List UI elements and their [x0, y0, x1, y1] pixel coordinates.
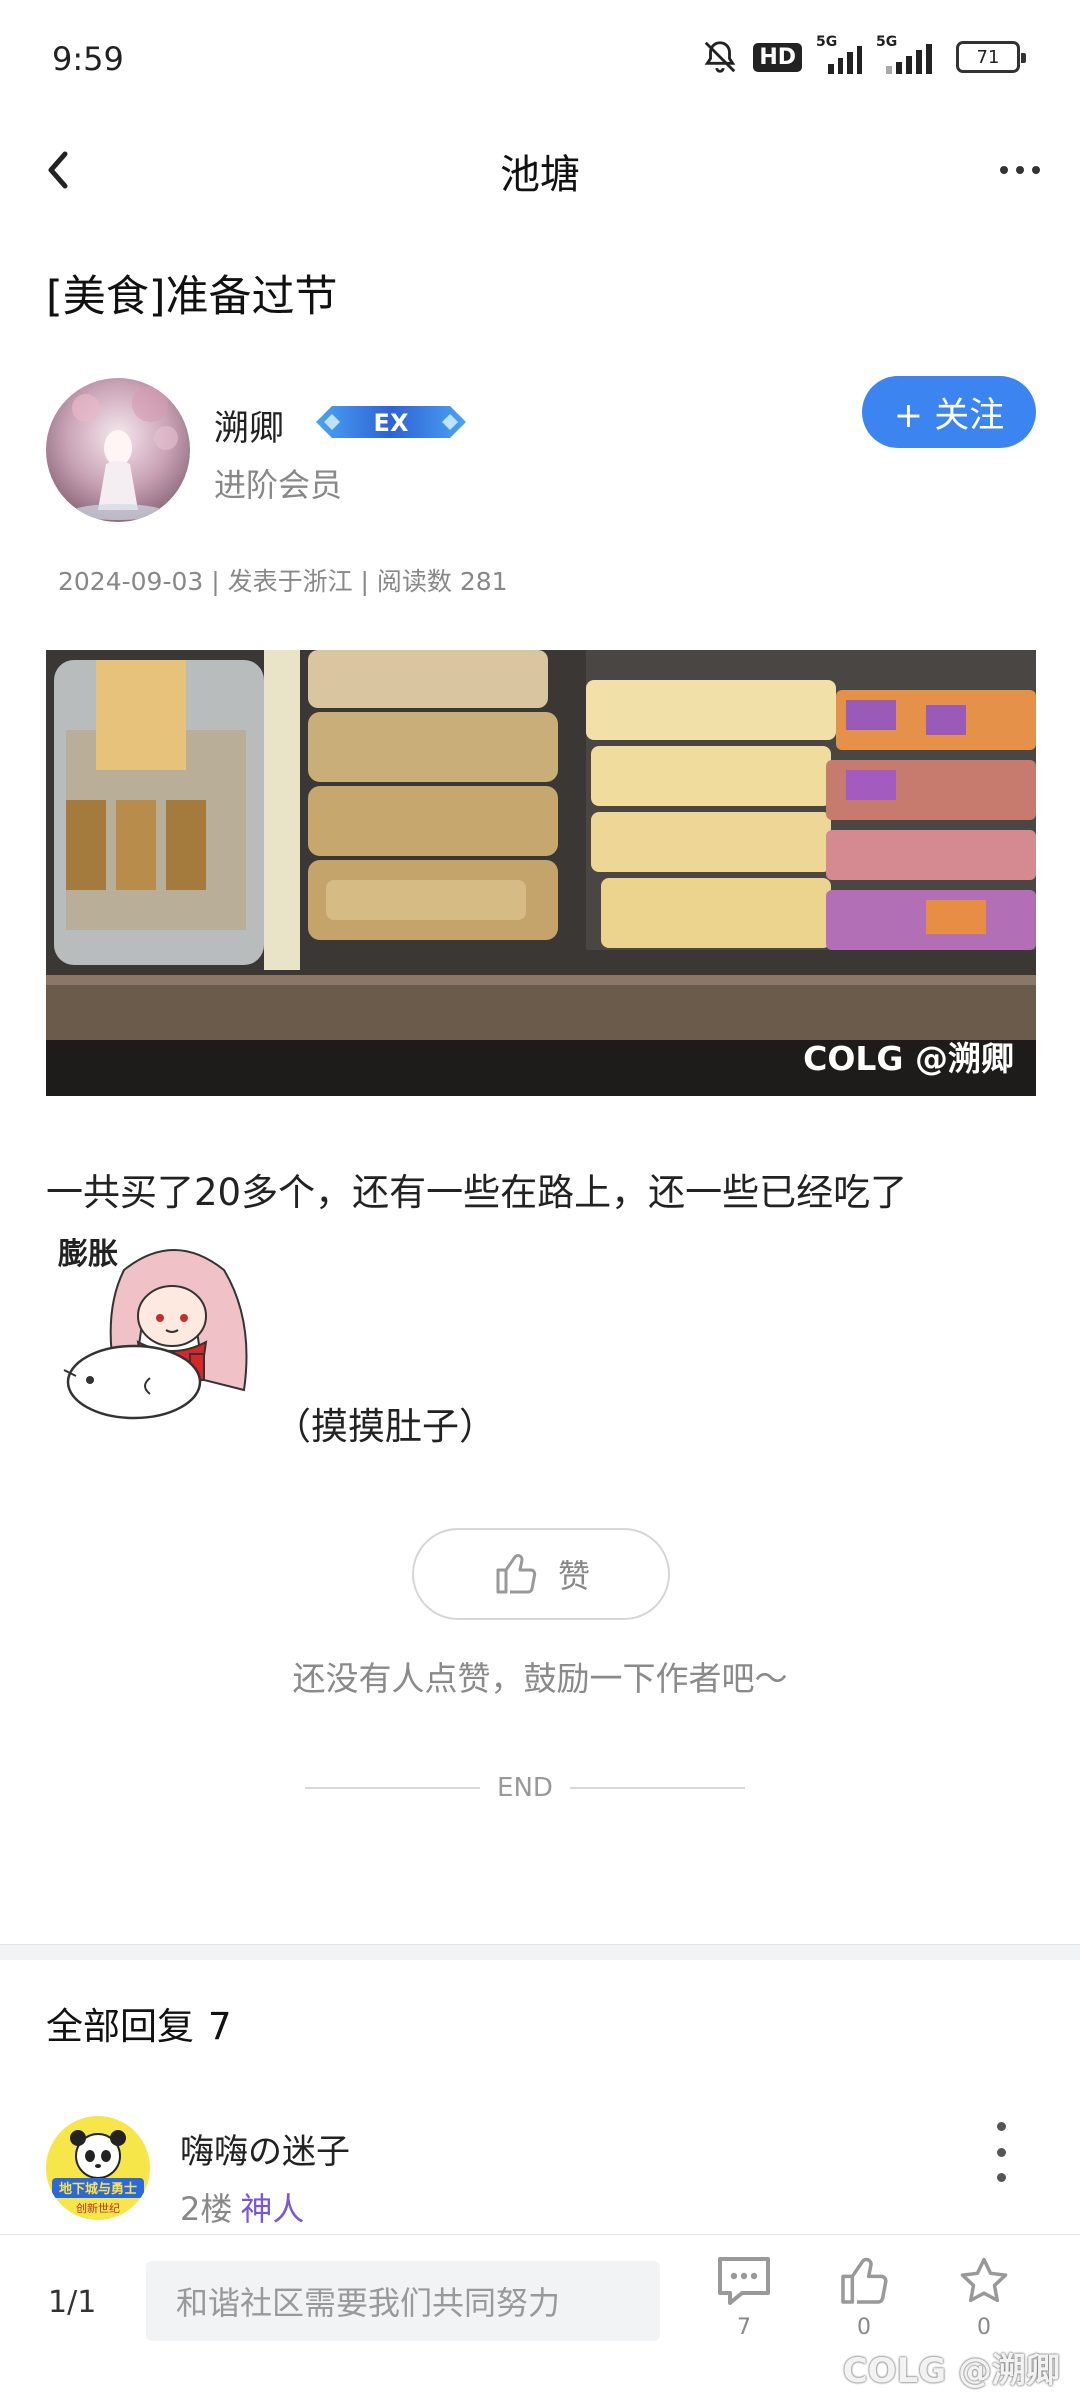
hd-voice-icon: HD: [753, 42, 802, 72]
more-button[interactable]: [990, 142, 1050, 198]
signal-icon-2: 5G: [876, 34, 942, 74]
author-avatar[interactable]: [46, 378, 190, 522]
end-label: END: [497, 1773, 553, 1803]
post-photo[interactable]: COLG @溯卿: [46, 650, 1036, 1096]
network-type-label: 5G: [816, 34, 838, 50]
page-indicator[interactable]: 1/1: [48, 2285, 96, 2320]
reply-more-button[interactable]: [990, 2122, 1012, 2182]
like-count: 0: [857, 2315, 871, 2340]
author-ex-badge: EX: [312, 400, 470, 444]
divider-line-left: [305, 1787, 480, 1789]
replies-header: 全部回复 7: [46, 1996, 232, 2050]
status-time: 9:59: [52, 40, 124, 78]
like-label: 赞: [557, 1557, 590, 1595]
reply-input[interactable]: 和谐社区需要我们共同努力: [146, 2261, 660, 2341]
bottom-watermark: COLG @溯卿: [842, 2351, 1060, 2391]
replies-title: 全部回复: [46, 2005, 194, 2048]
follow-button[interactable]: + 关注: [862, 376, 1036, 448]
like-hint: 还没有人点赞，鼓励一下作者吧～: [292, 1659, 788, 1698]
author-level: 进阶会员: [214, 466, 343, 504]
photo-watermark: COLG @溯卿: [803, 1039, 1014, 1078]
thumbs-up-icon: [496, 1554, 537, 1594]
post-body: 一共买了20多个，还有一些在路上，还一些已经吃了: [46, 1171, 908, 1214]
section-divider: [0, 1944, 1080, 1960]
reply-username[interactable]: 嗨嗨の迷子: [180, 2124, 350, 2173]
post-title: [美食]准备过节: [46, 272, 338, 322]
sticker-text: 膨胀: [58, 1237, 118, 1272]
reply-floor: 2楼: [180, 2190, 233, 2228]
favorite-count: 0: [977, 2315, 991, 2340]
follow-label: + 关注: [893, 395, 1005, 436]
reply-avatar[interactable]: 地下城与勇士 创新世纪: [46, 2116, 150, 2220]
post-meta: 2024-09-03 | 发表于浙江 | 阅读数 281: [58, 567, 508, 596]
battery-level: 71: [976, 46, 1000, 68]
comment-button[interactable]: 7: [704, 2253, 784, 2383]
divider-line-right: [570, 1787, 745, 1789]
reply-meta: 2楼 神人: [180, 2184, 304, 2230]
end-divider: END: [305, 1770, 745, 1806]
signal-icon: 5G: [816, 34, 862, 74]
author-name[interactable]: 溯卿: [214, 400, 284, 451]
reply-avatar-text-2: 创新世纪: [76, 2201, 120, 2215]
comment-count: 7: [737, 2315, 751, 2340]
more-vertical-icon: [996, 2122, 1006, 2131]
star-icon: [960, 2257, 1008, 2303]
battery-icon: 71: [956, 41, 1026, 73]
reply-avatar-text-1: 地下城与勇士: [59, 2181, 137, 2197]
page-title: 池塘: [500, 152, 580, 198]
reply-rank: 神人: [240, 2190, 305, 2228]
bottom-bar: 1/1 和谐社区需要我们共同努力 7 0 0 COLG @溯卿: [0, 2234, 1080, 2400]
sticker-caption: （摸摸肚子）: [274, 1405, 496, 1448]
comment-icon: [718, 2257, 770, 2305]
ex-badge-label: EX: [374, 409, 409, 437]
thumbs-up-icon: [841, 2257, 888, 2304]
nav-bar: 池塘: [0, 120, 1080, 220]
replies-count: 7: [208, 2005, 232, 2048]
bell-off-icon: [704, 41, 736, 73]
status-icons: HD 5G 5G 71: [701, 34, 1026, 76]
more-horizontal-icon: [1000, 166, 1008, 174]
network-type-label-2: 5G: [876, 34, 898, 50]
like-button[interactable]: 赞: [412, 1528, 670, 1620]
status-bar: 9:59 HD 5G 5G 71: [0, 0, 1080, 120]
sticker-image: 膨胀: [54, 1230, 264, 1430]
reply-input-placeholder: 和谐社区需要我们共同努力: [176, 2284, 561, 2322]
